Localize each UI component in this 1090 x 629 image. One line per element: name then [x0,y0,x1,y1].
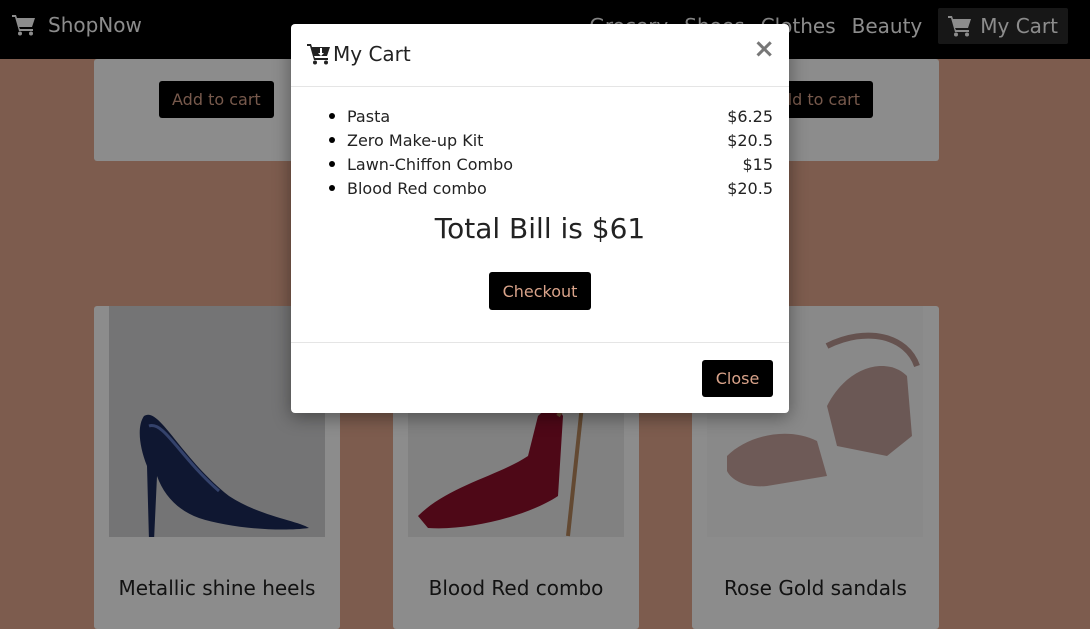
cart-item-price: $20.5 [727,130,773,150]
cart-item-price: $20.5 [727,178,773,198]
cart-item: Lawn-Chiffon Combo $15 [329,152,773,176]
modal-title-text: My Cart [333,42,411,66]
cart-item-name: Zero Make-up Kit [347,130,484,150]
cart-item-price: $15 [742,154,773,174]
modal-footer: Close [291,342,789,414]
cart-item-name: Pasta [347,106,391,126]
cart-item-list: Pasta $6.25 Zero Make-up Kit $20.5 Lawn-Ch… [329,104,773,200]
cart-item: Blood Red combo $20.5 [329,176,773,200]
total-bill: Total Bill is $61 [434,212,646,245]
cart-modal: My Cart × Pasta $6.25 Zero Make-up Kit $20… [291,24,789,413]
close-icon[interactable]: × [753,36,775,62]
modal-title: My Cart [307,42,411,66]
cart-item: Zero Make-up Kit $20.5 [329,128,773,152]
cart-item-name: Blood Red combo [347,178,487,198]
close-button[interactable]: Close [702,360,773,397]
cart-item-price: $6.25 [727,106,773,126]
cart-item: Pasta $6.25 [329,104,773,128]
modal-header: My Cart × [291,24,789,87]
cart-download-icon [307,44,330,65]
cart-item-name: Lawn-Chiffon Combo [347,154,514,174]
checkout-button[interactable]: Checkout [489,272,591,310]
